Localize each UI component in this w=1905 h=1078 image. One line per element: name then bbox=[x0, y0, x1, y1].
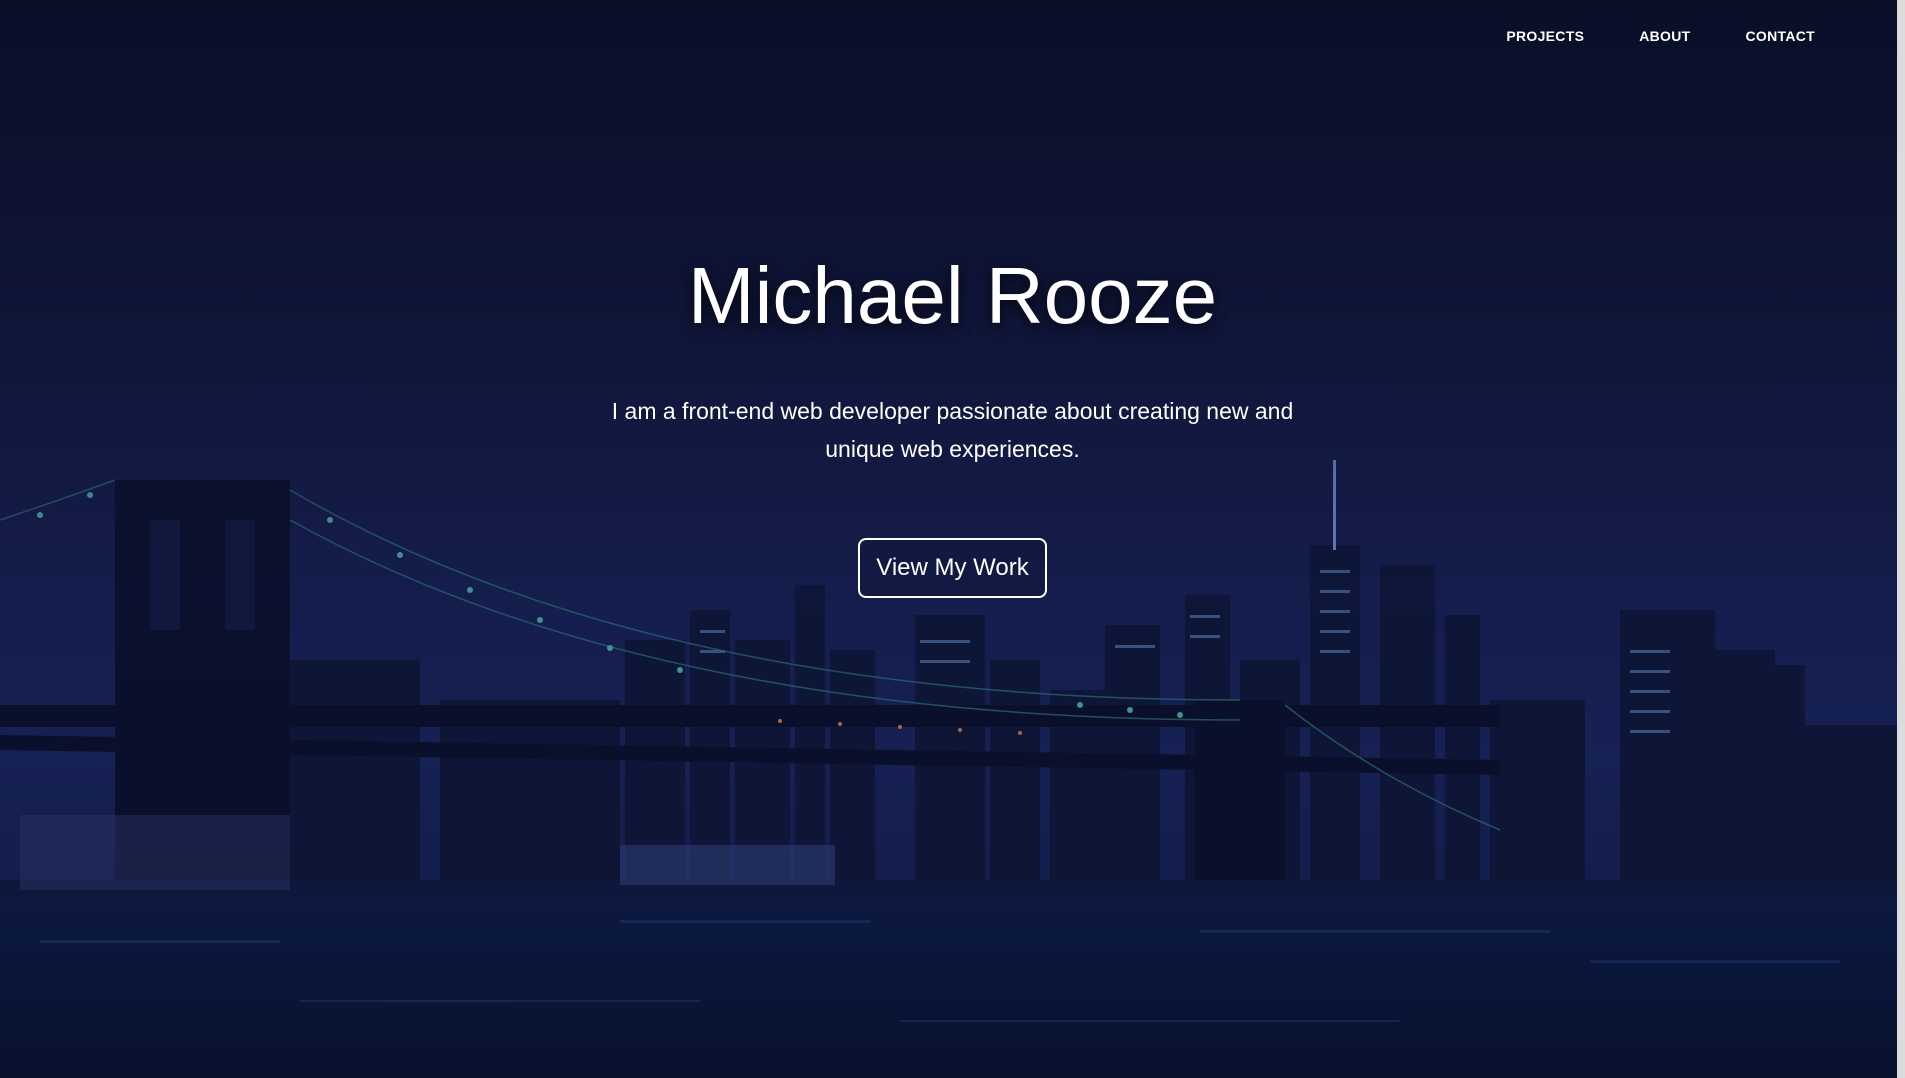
main-nav: PROJECTS ABOUT CONTACT bbox=[1506, 28, 1815, 44]
page: PROJECTS ABOUT CONTACT Michael Rooze I a… bbox=[0, 0, 1905, 1078]
hero-title: Michael Rooze bbox=[687, 251, 1218, 340]
hero-section: Michael Rooze I am a front-end web devel… bbox=[0, 250, 1905, 598]
page-scrollbar[interactable] bbox=[1897, 0, 1905, 1078]
hero-tagline: I am a front-end web developer passionat… bbox=[611, 398, 1294, 462]
nav-link-projects[interactable]: PROJECTS bbox=[1506, 28, 1584, 44]
nav-link-about[interactable]: ABOUT bbox=[1639, 28, 1690, 44]
nav-link-contact[interactable]: CONTACT bbox=[1746, 28, 1816, 44]
view-my-work-button[interactable]: View My Work bbox=[858, 538, 1047, 598]
